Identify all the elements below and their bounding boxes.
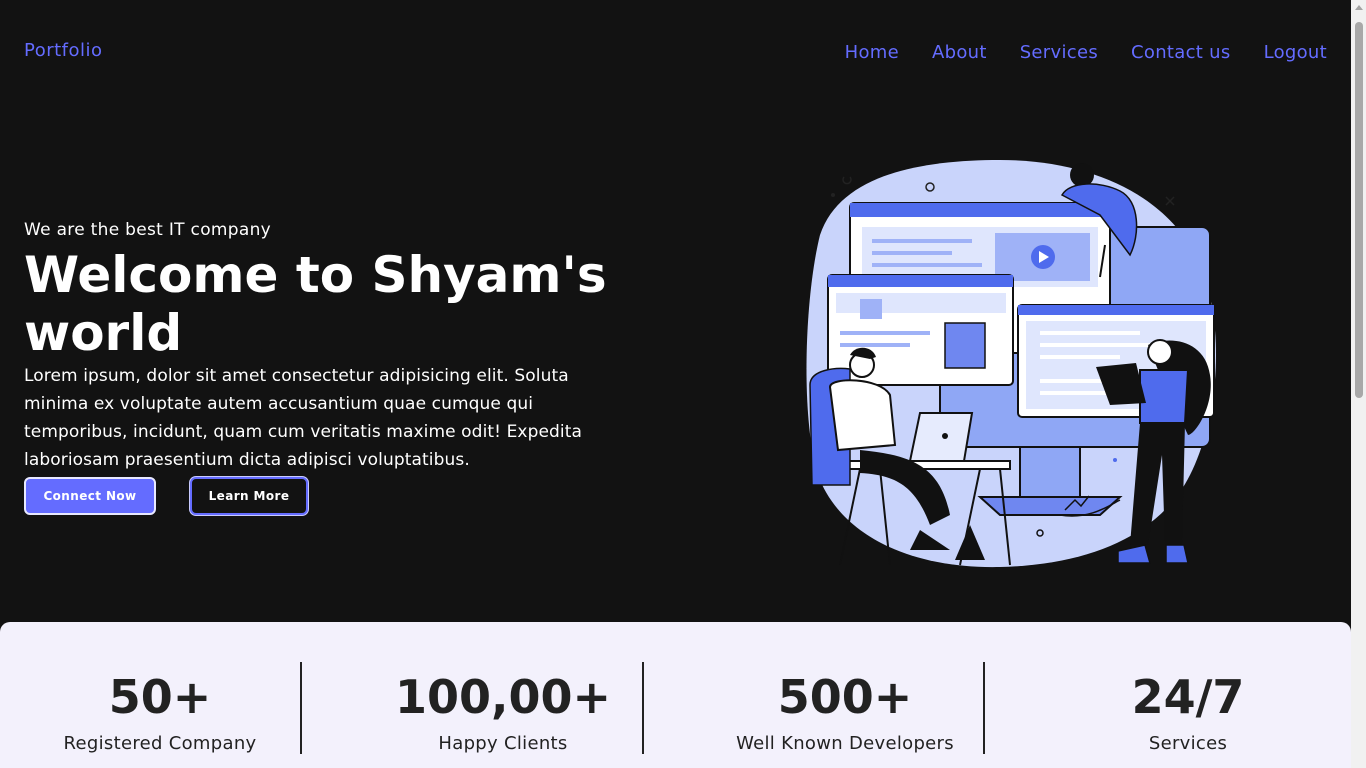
nav-item-home: Home [845,42,899,63]
nav-item-about: About [932,42,987,63]
hero-illustration [800,155,1230,575]
hero-title: Welcome to Shyam's world [24,246,607,362]
stat-divider [642,662,644,754]
stat-number: 50+ [108,670,212,724]
stat-divider [983,662,985,754]
stat-label: Registered Company [63,733,257,754]
developers-illustration [806,160,1217,568]
hero-buttons: Connect Now Learn More [24,477,624,515]
stat-happy-clients: 100,00+ Happy Clients [333,662,673,754]
stat-label: Well Known Developers [736,733,954,754]
nav-link-home[interactable]: Home [845,42,899,63]
stat-number: 100,00+ [394,670,612,724]
connect-now-button[interactable]: Connect Now [24,477,156,515]
stat-label: Services [1148,733,1228,754]
stat-label: Happy Clients [438,733,568,754]
navbar: Portfolio Home About Services Contact us… [0,0,1351,110]
scroll-up-arrow-icon[interactable] [1355,5,1363,10]
hero-section: We are the best IT company Welcome to Sh… [24,218,624,515]
vertical-scrollbar[interactable] [1351,0,1366,768]
stat-divider [300,662,302,754]
learn-more-button[interactable]: Learn More [190,477,308,515]
hero-tagline: We are the best IT company [24,220,272,240]
hero-description: Lorem ipsum, dolor sit amet consectetur … [24,366,583,470]
nav-item-logout: Logout [1264,42,1327,63]
nav-link-services[interactable]: Services [1020,42,1098,63]
stat-developers: 500+ Well Known Developers [675,662,1015,754]
nav-link-about[interactable]: About [932,42,987,63]
nav-item-contact: Contact us [1131,42,1231,63]
brand-logo[interactable]: Portfolio [24,40,103,61]
stat-services: 24/7 Services [1018,662,1358,754]
nav-item-services: Services [1020,42,1098,63]
stat-number: 500+ [777,670,913,724]
nav-link-logout[interactable]: Logout [1264,42,1327,63]
stat-registered-company: 50+ Registered Company [0,662,330,754]
stat-number: 24/7 [1131,670,1245,724]
scrollbar-thumb[interactable] [1355,22,1363,398]
stats-section: 50+ Registered Company 100,00+ Happy Cli… [0,622,1351,768]
nav-links: Home About Services Contact us Logout [812,42,1327,63]
nav-link-contact[interactable]: Contact us [1131,42,1231,63]
